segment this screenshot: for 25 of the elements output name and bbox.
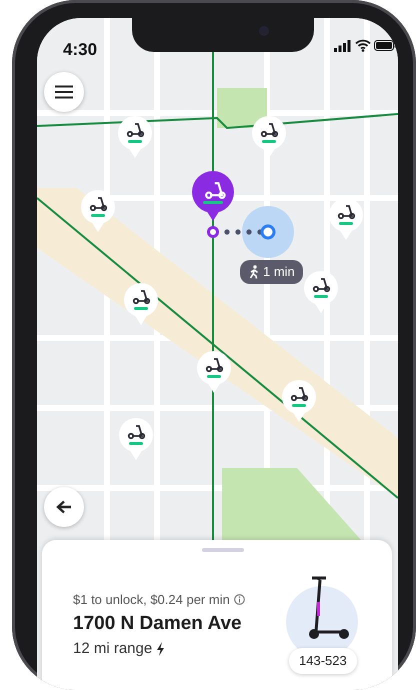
scooter-pin[interactable]	[251, 115, 287, 159]
scooter-pin[interactable]	[196, 350, 232, 394]
location-dot	[260, 224, 276, 240]
scooter-pin[interactable]	[117, 115, 153, 159]
scooter-pin[interactable]	[123, 282, 159, 326]
pricing-text: $1 to unlock, $0.24 per min	[73, 591, 230, 609]
walking-person-icon	[248, 264, 260, 279]
scooter-id-label: 143-523	[289, 648, 357, 674]
menu-icon	[55, 85, 73, 99]
scooter-pin[interactable]	[191, 170, 235, 222]
lightning-icon	[156, 642, 166, 656]
info-icon[interactable]	[234, 594, 245, 606]
wifi-icon	[355, 39, 371, 52]
scooter-pin[interactable]	[303, 270, 339, 314]
battery-icon	[374, 40, 396, 51]
range-text: 12 mi range	[73, 639, 152, 659]
signal-icon	[334, 40, 351, 52]
scooter-pin[interactable]	[80, 189, 116, 233]
status-time: 4:30	[63, 39, 98, 61]
drag-handle[interactable]	[202, 548, 244, 552]
back-arrow-icon	[56, 500, 72, 514]
address-text: 1700 N Damen Ave	[73, 612, 243, 636]
scooter-pin[interactable]	[118, 417, 154, 461]
walk-time-badge: 1 min	[240, 260, 303, 284]
scooter-pin[interactable]	[281, 379, 317, 423]
